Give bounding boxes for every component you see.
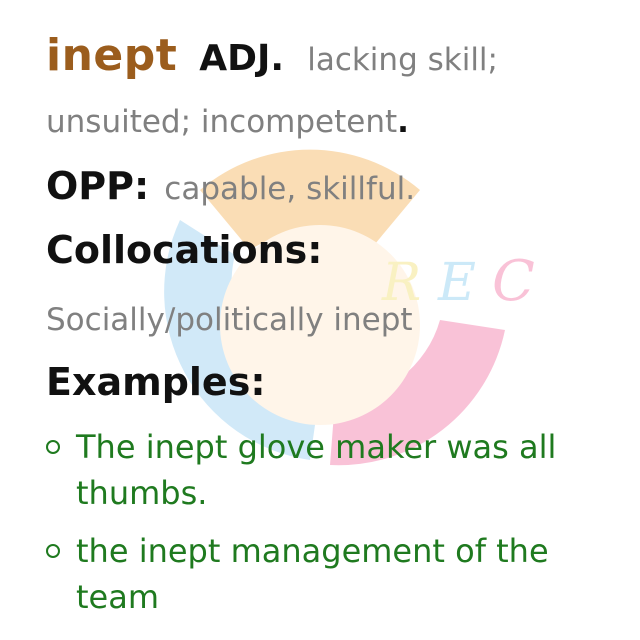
example-text: The inept glove maker was all thumbs. xyxy=(76,428,557,512)
headword: inept xyxy=(46,30,178,81)
page: R E C inept ADJ. lacking skill; unsuited;… xyxy=(0,0,640,640)
definition-end-period: . xyxy=(397,104,409,140)
opposites-values: capable, skillful xyxy=(164,171,406,207)
collocations-heading: Collocations: xyxy=(46,228,322,272)
collocation-line: Socially/politically inept xyxy=(46,302,413,338)
definition-part-2: unsuited; incompetent xyxy=(46,104,398,140)
entry-content: inept ADJ. lacking skill; unsuited; incom… xyxy=(0,0,640,640)
bullet-circle-icon xyxy=(46,544,60,558)
collocations-label: Collocations: xyxy=(46,228,323,272)
example-item: The inept glove maker was all thumbs. xyxy=(46,424,606,516)
opposites-line: OPP: capable, skillful. xyxy=(46,164,415,208)
opposites-end-period: . xyxy=(405,171,416,207)
example-item: the inept management of the team xyxy=(46,528,606,620)
bullet-circle-icon xyxy=(46,440,60,454)
headword-line: inept ADJ. lacking skill; xyxy=(46,30,498,81)
part-of-speech: ADJ. xyxy=(199,38,285,79)
examples-label: Examples: xyxy=(46,360,266,404)
opposites-label: OPP: xyxy=(46,164,150,208)
definition-part-1: lacking skill; xyxy=(307,42,498,78)
example-text: the inept management of the team xyxy=(76,532,549,616)
collocation-text: Socially/politically inept xyxy=(46,302,413,338)
definition-line-2: unsuited; incompetent. xyxy=(46,104,409,140)
examples-heading: Examples: xyxy=(46,360,266,404)
